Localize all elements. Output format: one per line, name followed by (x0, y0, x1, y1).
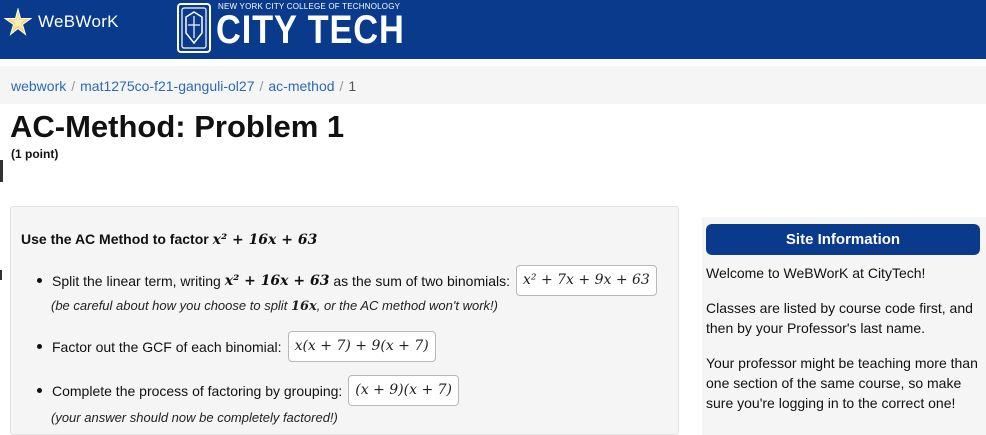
city-tech-seal-icon[interactable] (177, 3, 211, 53)
bullet (37, 344, 42, 349)
webwork-star-icon (4, 8, 32, 36)
step-3-text: Complete the process of factoring by gro… (52, 382, 343, 399)
step-1-hint-text: (be careful about how you choose to spli… (51, 298, 288, 313)
breadcrumb-separator: / (71, 78, 76, 94)
site-info-panel: Site Information Welcome to WeBWorK at C… (702, 217, 986, 435)
webwork-logo-text: WeBWorK (38, 12, 119, 31)
site-info-heading: Site Information (706, 224, 980, 255)
breadcrumb-course[interactable]: mat1275co-f21-ganguli-ol27 (80, 78, 254, 94)
site-header: WeBWorK NEW YORK CITY COLLEGE OF TECHNOL… (0, 0, 986, 59)
site-info-welcome: Welcome to WeBWorK at CityTech! (706, 265, 926, 281)
step-2-text: Factor out the GCF of each binomial: (52, 338, 282, 355)
step-1-text-after: as the sum of two binomials: (333, 272, 511, 289)
bullet (37, 278, 42, 283)
step-1-expression: x² + 16x + 63 (224, 272, 330, 289)
breadcrumb-current: 1 (348, 78, 357, 94)
bullet (37, 388, 42, 393)
breadcrumb-separator: / (339, 78, 344, 94)
answer-field-3[interactable]: (x + 9)(x + 7) (348, 375, 459, 406)
problem-panel: Use the AC Method to factor x² + 16x + 6… (10, 206, 679, 435)
breadcrumb: webwork / mat1275co-f21-ganguli-ol27/ac-me… (0, 66, 986, 104)
answer-field-1[interactable]: x² + 7x + 9x + 63 (516, 265, 657, 296)
site-info-classes: Classes are listed by course code first,… (706, 300, 973, 336)
webwork-logo-link[interactable]: WeBWorK (4, 8, 119, 36)
prompt-text: Use the AC Method to factor (21, 231, 209, 247)
answer-field-2[interactable]: x(x + 7) + 9(x + 7) (287, 331, 436, 362)
step-2: Factor out the GCF of each binomial: x(x… (37, 331, 436, 362)
problem-points: (1 point) (11, 147, 59, 161)
site-info-professor: Your professor might be teaching more th… (706, 355, 978, 411)
city-tech-wordmark[interactable]: CITY TECH (216, 9, 405, 51)
page-title: AC-Method: Problem 1 (10, 109, 345, 144)
prompt-expression: x² + 16x + 63 (212, 232, 318, 248)
breadcrumb-webwork[interactable]: webwork (11, 78, 66, 94)
step-1-hint: (be careful about how you choose to spli… (51, 298, 498, 314)
step-1: Split the linear term, writing x² + 16x … (37, 265, 657, 296)
breadcrumb-set[interactable]: ac-method (268, 78, 334, 94)
step-1-hint-text-after: , or the AC method won't work!) (316, 298, 498, 313)
edge-tick-mark (0, 160, 3, 182)
step-3: Complete the process of factoring by gro… (37, 375, 459, 406)
problem-prompt: Use the AC Method to factor x² + 16x + 6… (21, 231, 317, 248)
edge-tick-mark (0, 270, 2, 280)
breadcrumb-separator: / (259, 78, 264, 94)
step-3-hint: (your answer should now be completely fa… (51, 410, 338, 425)
step-1-hint-expression: 16x (290, 299, 317, 314)
step-1-text: Split the linear term, writing (52, 272, 221, 289)
